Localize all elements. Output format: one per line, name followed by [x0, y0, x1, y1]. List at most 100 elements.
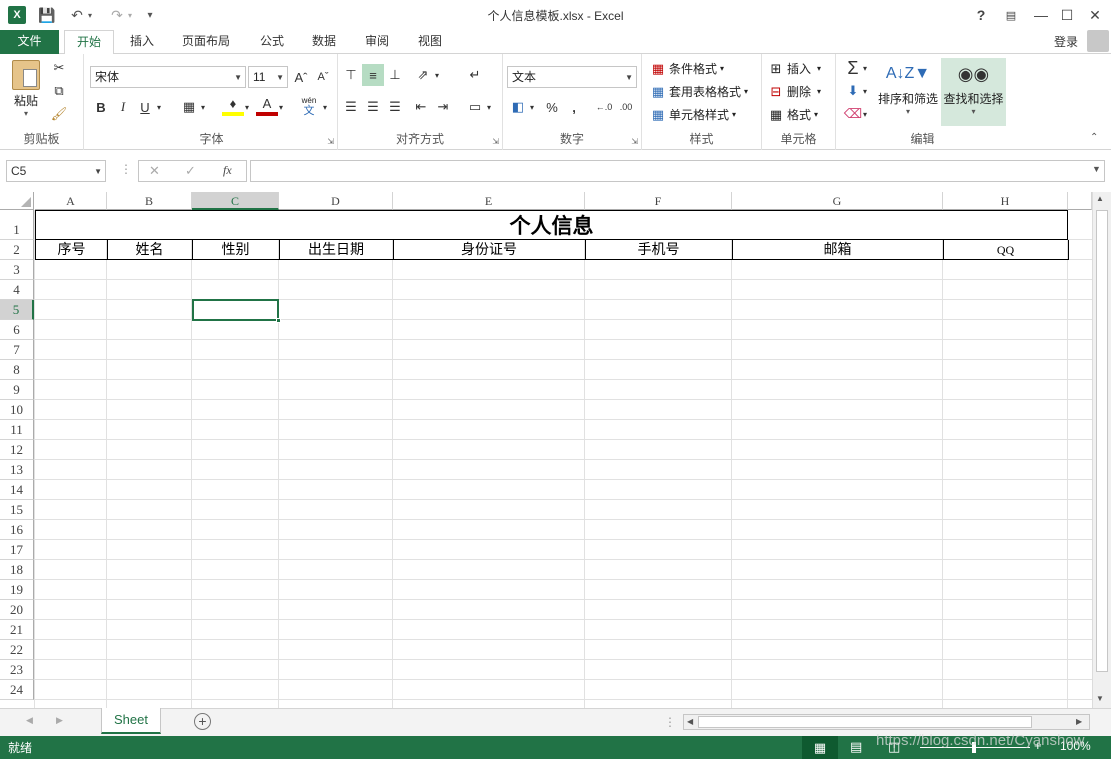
- sheet-title-cell[interactable]: 个人信息: [35, 210, 1068, 240]
- font-name-select[interactable]: 宋体 ▼: [90, 66, 246, 88]
- align-bottom-icon[interactable]: ⊥: [384, 64, 406, 86]
- orientation-dropdown-icon[interactable]: ▾: [432, 64, 442, 86]
- cancel-icon[interactable]: ✕: [149, 163, 160, 179]
- wrap-text-icon[interactable]: ↵: [464, 64, 486, 86]
- cut-icon[interactable]: ✂: [48, 57, 70, 79]
- sort-filter-button[interactable]: A↓Z▼ 排序和筛选 ▾: [876, 58, 940, 124]
- accounting-format-icon[interactable]: ◧: [507, 96, 529, 118]
- align-top-icon[interactable]: ⊤: [340, 64, 362, 86]
- collapse-ribbon-icon[interactable]: ⌃: [1090, 132, 1098, 143]
- tab-data[interactable]: 数据: [302, 30, 346, 54]
- bold-button[interactable]: B: [90, 96, 112, 118]
- row-header-1[interactable]: 1: [0, 210, 34, 240]
- column-header-c[interactable]: C: [192, 192, 279, 210]
- column-header-e[interactable]: E: [393, 192, 585, 210]
- phonetic-guide-icon[interactable]: wén 文: [298, 96, 320, 118]
- increase-indent-icon[interactable]: ⇥: [432, 96, 454, 118]
- fill-handle[interactable]: [276, 318, 281, 323]
- font-color-icon[interactable]: A: [256, 94, 278, 116]
- tab-page-layout[interactable]: 页面布局: [172, 30, 240, 54]
- close-icon[interactable]: ✕: [1080, 2, 1110, 28]
- align-middle-icon[interactable]: ≡: [362, 64, 384, 86]
- row-header-15[interactable]: 15: [0, 500, 34, 520]
- italic-button[interactable]: I: [112, 96, 134, 118]
- row-header-20[interactable]: 20: [0, 600, 34, 620]
- tab-view[interactable]: 视图: [408, 30, 452, 54]
- underline-dropdown-icon[interactable]: ▾: [154, 96, 164, 118]
- number-format-select[interactable]: 文本 ▼: [507, 66, 637, 88]
- row-header-7[interactable]: 7: [0, 340, 34, 360]
- sheet-next-icon[interactable]: ▶: [56, 715, 63, 726]
- tab-review[interactable]: 审阅: [355, 30, 399, 54]
- enter-icon[interactable]: ✓: [185, 163, 196, 179]
- increase-font-icon[interactable]: Aˆ: [290, 66, 312, 88]
- tab-home[interactable]: 开始: [64, 30, 114, 55]
- selected-cell[interactable]: [192, 299, 279, 321]
- normal-view-icon[interactable]: ▦: [802, 736, 838, 759]
- column-header-b[interactable]: B: [107, 192, 192, 210]
- row-header-19[interactable]: 19: [0, 580, 34, 600]
- horizontal-scrollbar[interactable]: ◀ ▶: [683, 714, 1090, 730]
- row-header-11[interactable]: 11: [0, 420, 34, 440]
- format-cells-button[interactable]: ▦ 格式 ▾: [768, 106, 818, 123]
- row-header-16[interactable]: 16: [0, 520, 34, 540]
- sheet-tab[interactable]: Sheet: [101, 708, 161, 734]
- hscroll-left-icon[interactable]: ◀: [687, 717, 693, 726]
- row-header-5[interactable]: 5: [0, 300, 34, 320]
- border-dropdown-icon[interactable]: ▾: [198, 96, 208, 118]
- header-cell-e[interactable]: 身份证号: [393, 240, 586, 260]
- merge-center-icon[interactable]: ▭: [464, 96, 486, 118]
- header-cell-a[interactable]: 序号: [35, 240, 108, 260]
- alignment-dialog-launcher-icon[interactable]: ⇲: [492, 137, 499, 146]
- percent-button[interactable]: %: [541, 96, 563, 118]
- orientation-icon[interactable]: ⇗: [412, 64, 434, 86]
- scroll-up-icon[interactable]: ▲: [1096, 194, 1104, 203]
- comma-button[interactable]: ,: [563, 96, 585, 118]
- sheet-prev-icon[interactable]: ◀: [26, 715, 33, 726]
- font-color-dropdown-icon[interactable]: ▾: [276, 96, 286, 118]
- tab-split-icon[interactable]: ⋮: [664, 715, 676, 729]
- formula-input[interactable]: [250, 160, 1105, 182]
- fill-color-icon[interactable]: ♦: [222, 94, 244, 116]
- border-icon[interactable]: ▦: [178, 96, 200, 118]
- row-header-18[interactable]: 18: [0, 560, 34, 580]
- font-dialog-launcher-icon[interactable]: ⇲: [327, 137, 334, 146]
- row-header-13[interactable]: 13: [0, 460, 34, 480]
- insert-cells-button[interactable]: ⊞ 插入 ▾: [768, 60, 821, 77]
- scroll-thumb[interactable]: [1096, 210, 1108, 672]
- header-cell-d[interactable]: 出生日期: [279, 240, 394, 260]
- row-header-6[interactable]: 6: [0, 320, 34, 340]
- expand-formula-icon[interactable]: ▼: [1092, 164, 1101, 174]
- delete-cells-button[interactable]: ⊟ 删除 ▾: [768, 83, 821, 100]
- conditional-format-button[interactable]: ▦ 条件格式 ▾: [650, 60, 724, 77]
- new-sheet-icon[interactable]: +: [194, 713, 211, 730]
- page-layout-view-icon[interactable]: ▤: [850, 739, 862, 755]
- tab-formulas[interactable]: 公式: [250, 30, 294, 54]
- hscroll-thumb[interactable]: [698, 716, 1032, 728]
- row-header-3[interactable]: 3: [0, 260, 34, 280]
- format-painter-icon[interactable]: 🖌: [48, 103, 70, 125]
- row-header-2[interactable]: 2: [0, 240, 34, 260]
- column-header-d[interactable]: D: [279, 192, 393, 210]
- row-header-17[interactable]: 17: [0, 540, 34, 560]
- row-header-4[interactable]: 4: [0, 280, 34, 300]
- number-dialog-launcher-icon[interactable]: ⇲: [631, 137, 638, 146]
- header-cell-g[interactable]: 邮箱: [732, 240, 944, 260]
- fill-color-dropdown-icon[interactable]: ▾: [242, 96, 252, 118]
- decrease-decimal-icon[interactable]: .00: [615, 96, 637, 118]
- sign-in-link[interactable]: 登录: [1054, 33, 1078, 50]
- insert-function-button[interactable]: fx: [223, 163, 232, 178]
- align-center-icon[interactable]: ☰: [362, 96, 384, 118]
- name-box[interactable]: C5 ▼: [6, 160, 106, 182]
- header-cell-b[interactable]: 姓名: [107, 240, 193, 260]
- row-header-10[interactable]: 10: [0, 400, 34, 420]
- select-all-corner[interactable]: [0, 192, 34, 210]
- column-header-a[interactable]: A: [35, 192, 107, 210]
- decrease-font-icon[interactable]: Aˇ: [312, 66, 334, 88]
- merge-dropdown-icon[interactable]: ▾: [484, 96, 494, 118]
- row-header-22[interactable]: 22: [0, 640, 34, 660]
- row-header-23[interactable]: 23: [0, 660, 34, 680]
- font-size-select[interactable]: 11 ▼: [248, 66, 288, 88]
- row-header-21[interactable]: 21: [0, 620, 34, 640]
- copy-icon[interactable]: ⧉: [48, 80, 70, 102]
